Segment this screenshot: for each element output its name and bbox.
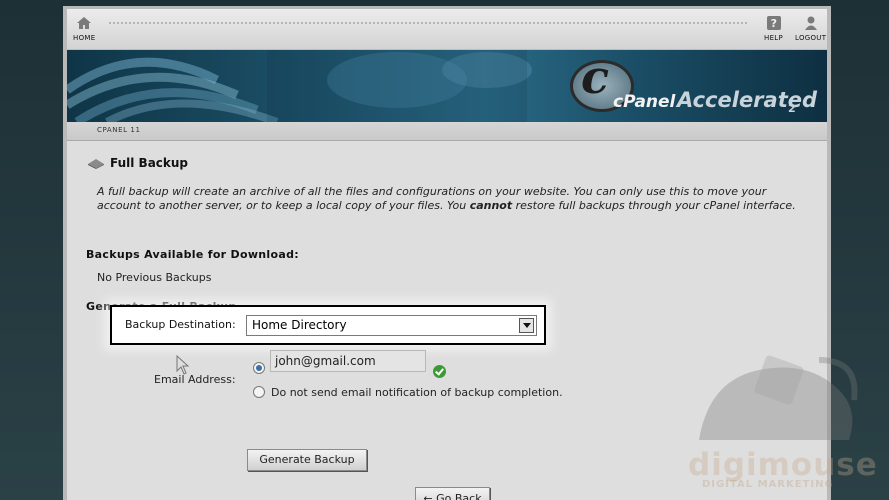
no-backups-text: No Previous Backups [97,271,212,284]
help-label: HELP [764,34,784,42]
destination-select[interactable]: Home Directory [246,315,537,336]
no-email-radio[interactable] [253,386,265,398]
chevron-down-icon[interactable] [519,318,534,333]
logo-c: c [581,50,610,104]
watermark-brand: digimouse [688,447,878,483]
logout-button[interactable]: LOGOUT [795,15,826,42]
logout-label: LOGOUT [795,34,827,42]
valid-check-icon [433,365,446,378]
page-title: Full Backup [110,156,189,170]
generate-backup-button[interactable]: Generate Backup [247,449,367,471]
toolbar-divider [109,22,747,24]
available-heading: Backups Available for Download: [86,248,299,261]
cpanel-banner: c cPanel Accelerated 2 [67,50,827,122]
home-button[interactable]: HOME [73,15,95,42]
breadcrumb: CPANEL 11 [67,122,827,141]
description-text-2: restore full backups through your cPanel… [512,199,796,212]
logo-cpanel: cPanel [613,92,676,112]
email-radio[interactable] [253,362,265,374]
no-email-label: Do not send email notification of backup… [271,386,563,399]
description-bold: cannot [469,199,513,212]
email-input[interactable]: john@gmail.com [270,350,426,372]
backup-disk-icon [88,159,104,169]
home-icon [77,17,92,29]
email-value: john@gmail.com [275,354,376,368]
mouse-cursor-icon [176,355,190,375]
go-back-button[interactable]: ← Go Back [415,487,490,500]
watermark-tagline: DIGITAL MARKETING [702,479,834,490]
help-button[interactable]: ? HELP [764,15,783,42]
cpanel-logo: c cPanel Accelerated 2 [570,50,820,118]
svg-text:?: ? [770,17,777,30]
digimouse-logo-icon [699,355,858,440]
help-icon: ? [766,16,781,30]
logo-accelerated: Accelerated [677,88,818,112]
breadcrumb-label: CPANEL 11 [97,126,141,134]
logout-icon [804,16,817,30]
email-label: Email Address: [154,373,236,386]
destination-value: Home Directory [252,318,347,332]
top-toolbar: HOME ? HELP LOGOUT [67,9,827,50]
destination-highlight: Backup Destination: Home Directory [110,305,546,345]
logo-version: 2 [788,102,796,115]
destination-label: Backup Destination: [125,318,236,331]
home-label: HOME [73,34,96,42]
page-description: A full backup will create an archive of … [97,185,797,213]
